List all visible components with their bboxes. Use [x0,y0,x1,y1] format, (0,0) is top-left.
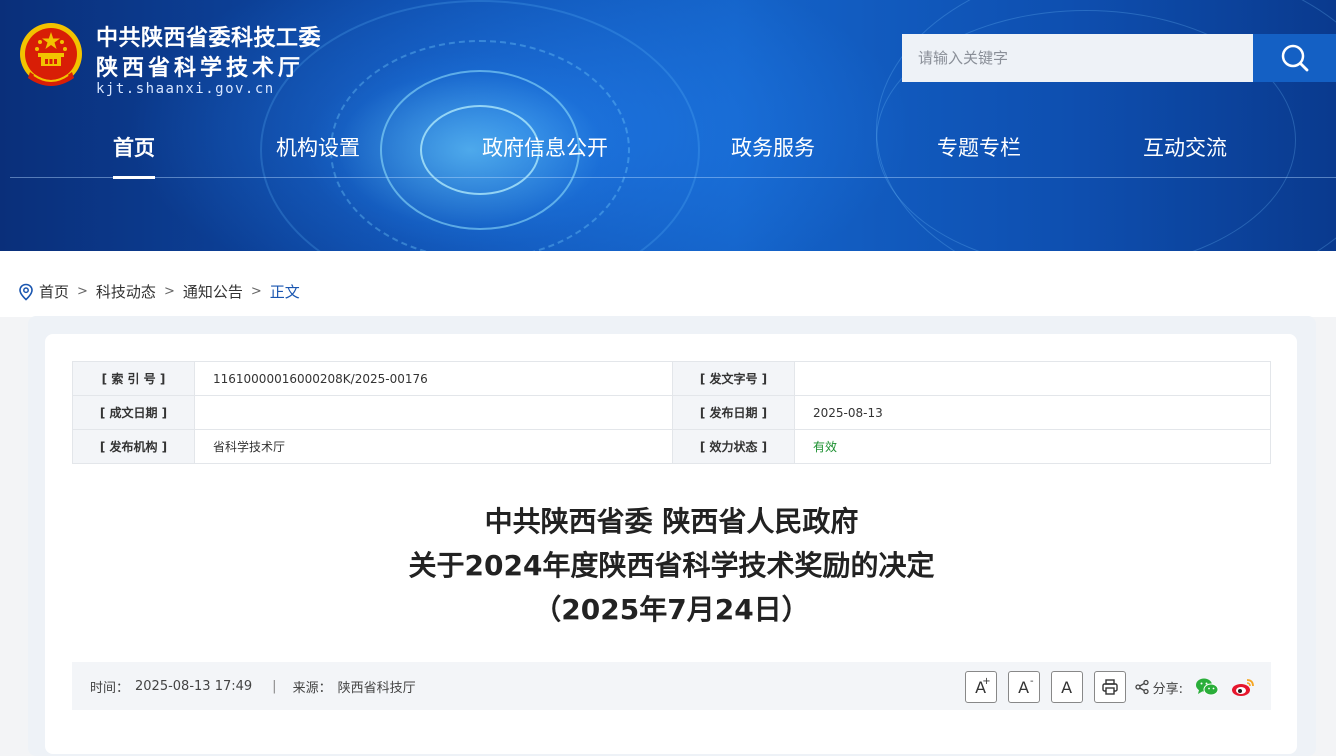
font-smaller-label: A [1018,677,1030,697]
time-value: 2025-08-13 17:49 [135,678,253,694]
meta-value-published: 2025-08-13 [794,395,1271,430]
share-icon [1134,679,1149,695]
article-tools: A + A- A 分享: [954,671,1255,703]
weibo-icon [1232,679,1254,696]
nav-item-organization[interactable]: 机构设置 [276,132,360,162]
meta-label: [ 发文字号 ] [672,361,795,396]
wechat-icon [1196,678,1219,696]
font-larger-sup: + [982,676,991,687]
site-name-line1: 中共陕西省委科技工委 [96,26,322,51]
site-domain: kjt.shaanxi.gov.cn [96,81,275,97]
article-title-line1: 中共陕西省委 陕西省人民政府 [484,505,859,538]
breadcrumb-current: 正文 [269,283,300,301]
nav-item-gov-info[interactable]: 政府信息公开 [482,132,608,162]
meta-label: [ 发布日期 ] [672,395,795,430]
table-row: [ 成文日期 ] [ 发布日期 ] 2025-08-13 [72,395,1271,430]
nav-item-services[interactable]: 政务服务 [731,132,815,162]
article-title: 中共陕西省委 陕西省人民政府 关于2024年度陕西省科学技术奖励的决定 （202… [72,500,1271,632]
breadcrumb-notices[interactable]: 通知公告 [183,281,243,302]
share-label-group: 分享: [1134,678,1183,697]
meta-value-org: 省科学技术厅 [194,429,673,464]
meta-label: [ 发布机构 ] [72,429,195,464]
meta-value-index: 11610000016000208K/2025-00176 [194,361,673,396]
source-value: 陕西省科技厅 [337,680,416,696]
document-meta-table: [ 索 引 号 ] 11610000016000208K/2025-00176 … [72,361,1271,464]
article-info-bar: 时间： 2025-08-13 17:49 | 来源： 陕西省科技厅 A + A- … [72,662,1271,710]
header-banner: 中共陕西省委科技工委 陕西省科学技术厅 kjt.shaanxi.gov.cn 首… [0,0,1336,251]
location-pin-icon [19,283,33,301]
meta-label: [ 效力状态 ] [672,429,795,464]
breadcrumb-separator: > [77,284,88,299]
search-button[interactable] [1253,34,1336,82]
breadcrumb-separator: > [250,284,262,299]
print-button[interactable] [1093,671,1126,703]
breadcrumb-home[interactable]: 首页 [39,281,69,302]
font-smaller-button[interactable]: A- [1007,671,1040,703]
nav-item-home[interactable]: 首页 [113,132,155,179]
source-label: 来源： [292,680,332,696]
weibo-share-button[interactable] [1231,677,1255,697]
national-emblem-logo[interactable] [16,20,86,94]
breadcrumb-tech-news[interactable]: 科技动态 [96,281,156,302]
share-label: 分享: [1152,681,1183,697]
meta-label: [ 成文日期 ] [72,395,195,430]
print-icon [1101,679,1118,695]
table-row: [ 发布机构 ] 省科学技术厅 [ 效力状态 ] 有效 [72,429,1271,464]
search-input[interactable] [902,34,1253,82]
breadcrumb-separator: > [163,284,175,299]
breadcrumb: 首页 > 科技动态 > 通知公告 > 正文 [18,281,300,302]
main-nav: 首页 机构设置 政府信息公开 政务服务 专题专栏 互动交流 [10,120,1336,179]
meta-value-status: 有效 [794,429,1271,464]
nav-item-interaction[interactable]: 互动交流 [1143,132,1227,162]
time-label: 时间： [90,680,130,696]
font-default-label: A [1061,677,1073,697]
nav-item-topics[interactable]: 专题专栏 [937,132,1021,162]
site-name-line2: 陕西省科学技术厅 [96,56,305,81]
font-default-button[interactable]: A [1050,671,1083,703]
meta-value-doc-no [794,361,1271,396]
font-larger-button[interactable]: A + [964,671,997,703]
meta-label: [ 索 引 号 ] [72,361,195,396]
article-title-line3: （2025年7月24日） [533,593,810,626]
search-icon [1281,44,1308,72]
table-row: [ 索 引 号 ] 11610000016000208K/2025-00176 … [72,361,1271,396]
article-title-line2: 关于2024年度陕西省科学技术奖励的决定 [408,549,935,582]
wechat-share-button[interactable] [1195,677,1219,697]
font-smaller-sup: - [1030,676,1034,687]
meta-value-created [194,395,673,430]
info-divider: | [272,678,277,694]
